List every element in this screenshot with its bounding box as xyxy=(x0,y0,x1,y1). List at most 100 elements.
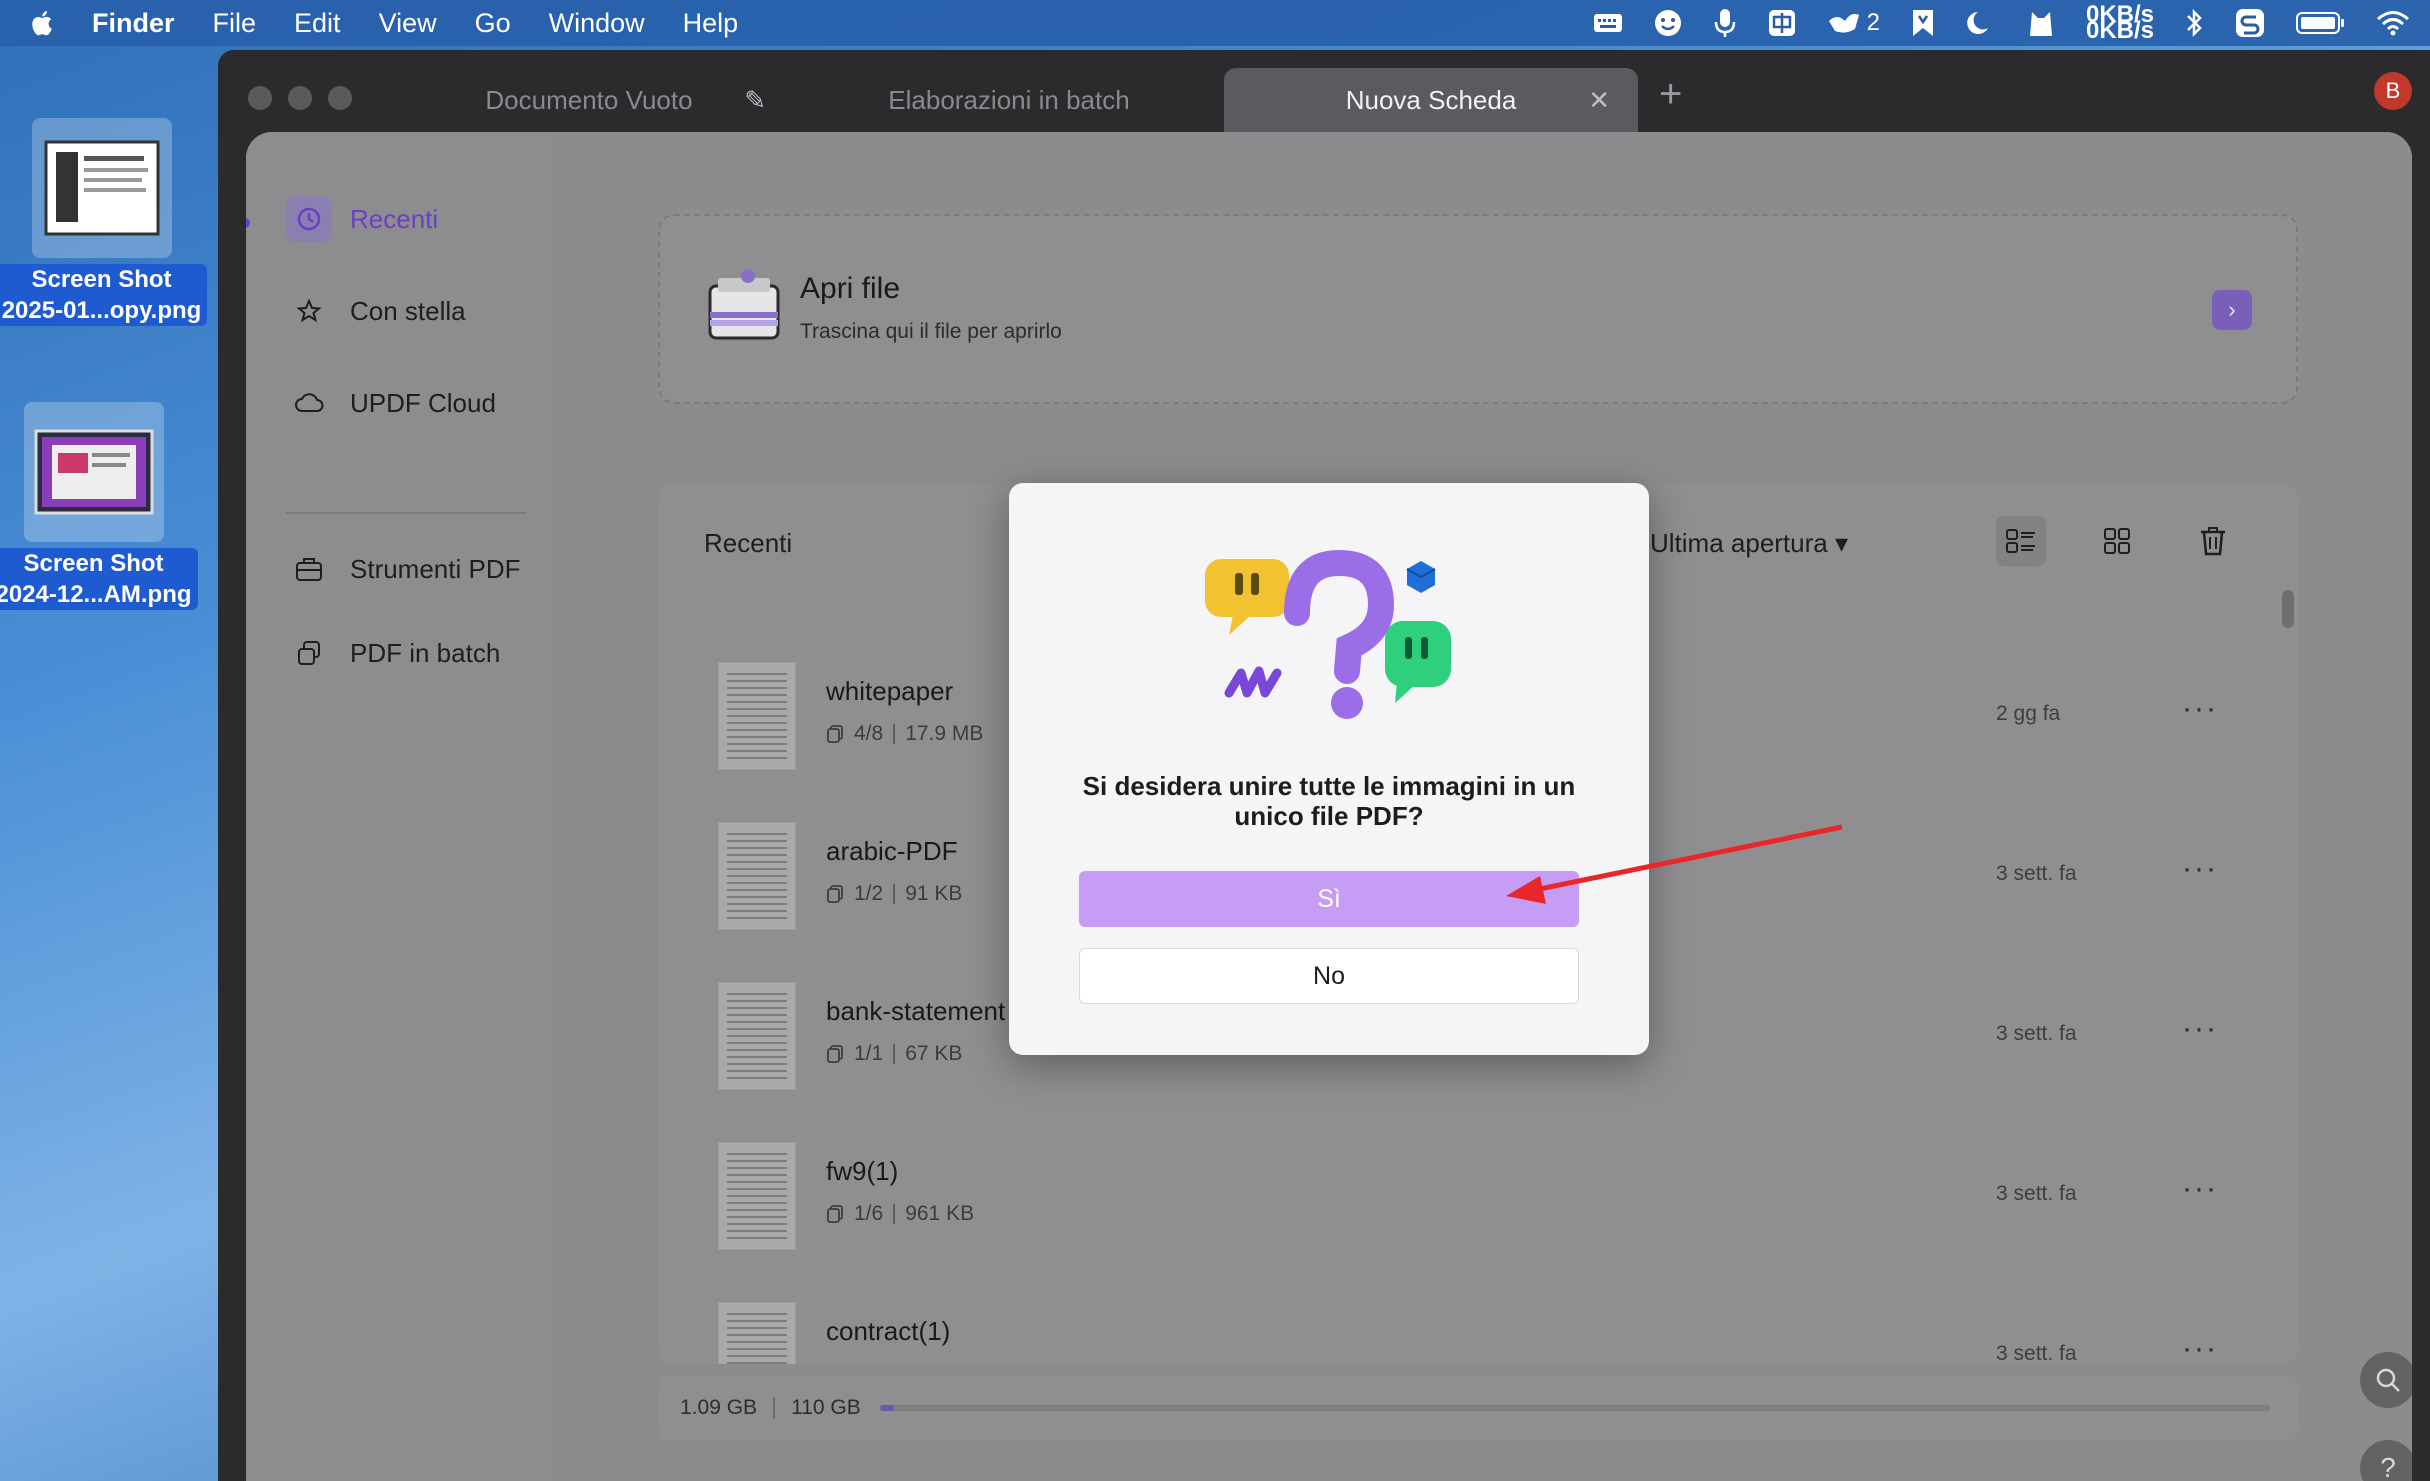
menu-finder[interactable]: Finder xyxy=(92,8,175,39)
face-icon[interactable] xyxy=(1653,0,1683,46)
desktop-file-name-line2: 2024-12...AM.png xyxy=(0,581,192,608)
more-options-button[interactable]: ··· xyxy=(2182,1332,2218,1364)
sidebar-divider xyxy=(286,512,526,514)
grid-view-button[interactable] xyxy=(2092,516,2142,566)
file-opened-time: 3 sett. fa xyxy=(1996,1022,2077,1045)
file-pages: 4/8 xyxy=(854,722,884,745)
file-opened-time: 2 gg fa xyxy=(1996,702,2061,725)
sort-dropdown[interactable]: Ultima apertura ▾ xyxy=(1650,528,1848,559)
desktop-file-label: Screen Shot 2024-12...AM.png xyxy=(0,548,198,610)
network-speed: 0KB/s 0KB/s xyxy=(2086,0,2154,46)
file-meta: 1/2 91 KB xyxy=(826,882,962,906)
tab-label: Nuova Scheda xyxy=(1345,84,1517,115)
file-row[interactable]: contract(1) 3 sett. fa ··· xyxy=(718,1302,2258,1364)
tab-label: Elaborazioni in batch xyxy=(888,84,1130,115)
pages-icon xyxy=(827,1205,843,1223)
file-size: 67 KB xyxy=(905,1042,963,1065)
bluetooth-icon[interactable] xyxy=(2184,0,2204,46)
sidebar-item-pdf-in-batch[interactable]: PDF in batch xyxy=(286,630,500,676)
no-button[interactable]: No xyxy=(1079,948,1579,1004)
meta-divider xyxy=(893,1204,896,1224)
file-row[interactable]: fw9(1) 1/6 961 KB 3 sett. fa ··· xyxy=(718,1142,2258,1272)
storage-divider xyxy=(773,1397,776,1419)
bookmark-icon[interactable] xyxy=(1910,0,1936,46)
desktop-file-name-line1: Screen Shot xyxy=(31,266,172,293)
battery-icon[interactable] xyxy=(2296,0,2346,46)
sidebar-item-recenti[interactable]: Recenti xyxy=(286,196,438,242)
menu-view[interactable]: View xyxy=(379,8,437,39)
file-pages: 1/6 xyxy=(854,1202,884,1225)
question-illustration xyxy=(1205,549,1451,719)
window-zoom-button[interactable] xyxy=(328,86,352,110)
file-name: fw9(1) xyxy=(826,1156,899,1186)
menu-help[interactable]: Help xyxy=(683,8,739,39)
keyboard-icon[interactable] xyxy=(1593,0,1623,46)
more-options-button[interactable]: ··· xyxy=(2182,692,2218,726)
sidebar-item-label: PDF in batch xyxy=(350,637,501,668)
file-opened-time: 3 sett. fa xyxy=(1996,862,2077,885)
file-name: arabic-PDF xyxy=(826,836,958,866)
sidebar-item-label: UPDF Cloud xyxy=(350,387,496,418)
file-meta: 1/1 67 KB xyxy=(826,1042,962,1066)
file-thumbnail xyxy=(718,662,796,770)
tab-bar: Documento Vuoto ✎ Elaborazioni in batch … xyxy=(218,50,2430,132)
apple-icon[interactable] xyxy=(28,8,58,38)
sidebar: Recenti Con stella UPDF Cloud Strumenti xyxy=(246,132,548,1481)
trash-button[interactable] xyxy=(2188,516,2238,566)
tab-documento-vuoto[interactable]: Documento Vuoto ✎ xyxy=(384,68,794,132)
window-close-button[interactable] xyxy=(248,86,272,110)
sidebar-item-label: Con stella xyxy=(350,295,466,326)
add-tab-button[interactable]: + xyxy=(1659,72,1682,117)
meta-divider xyxy=(893,1044,896,1064)
moon-icon[interactable] xyxy=(1966,0,1996,46)
list-view-button[interactable] xyxy=(1996,516,2046,566)
clock-icon xyxy=(286,196,332,242)
sidebar-item-con-stella[interactable]: Con stella xyxy=(286,288,466,334)
close-icon[interactable]: ✕ xyxy=(1588,85,1610,116)
more-options-button[interactable]: ··· xyxy=(2182,852,2218,886)
menu-file[interactable]: File xyxy=(213,8,257,39)
menu-edit[interactable]: Edit xyxy=(294,8,341,39)
sidebar-item-updf-cloud[interactable]: UPDF Cloud xyxy=(286,380,496,426)
help-fab-button[interactable]: ? xyxy=(2360,1440,2412,1481)
open-file-dropzone[interactable]: Apri file Trascina qui il file per aprir… xyxy=(658,214,2298,404)
storage-total: 110 GB xyxy=(791,1396,861,1419)
tab-nuova-scheda[interactable]: Nuova Scheda ✕ xyxy=(1224,68,1638,132)
tab-elaborazioni-in-batch[interactable]: Elaborazioni in batch xyxy=(804,68,1214,132)
file-meta: 4/8 17.9 MB xyxy=(826,722,983,746)
file-thumbnail xyxy=(718,1302,796,1364)
pages-icon xyxy=(827,885,843,903)
file-size: 91 KB xyxy=(905,882,963,905)
input-method-icon[interactable] xyxy=(1767,0,1797,46)
wifi-icon[interactable] xyxy=(2376,0,2410,46)
avatar[interactable]: B xyxy=(2374,72,2412,110)
more-options-button[interactable]: ··· xyxy=(2182,1172,2218,1206)
sync-icon[interactable] xyxy=(2234,0,2266,46)
scrollbar[interactable] xyxy=(2280,580,2294,1350)
more-options-button[interactable]: ··· xyxy=(2182,1012,2218,1046)
desktop-file-screenshot-1[interactable]: Screen Shot 2025-01...opy.png xyxy=(0,118,209,326)
desktop-file-name-line1: Screen Shot xyxy=(23,550,164,577)
sidebar-item-strumenti-pdf[interactable]: Strumenti PDF xyxy=(286,546,521,592)
sidebar-item-label: Strumenti PDF xyxy=(350,553,521,584)
search-icon xyxy=(2376,1368,2400,1392)
menu-go[interactable]: Go xyxy=(475,8,511,39)
file-thumbnail xyxy=(718,982,796,1090)
yes-button[interactable]: Sì xyxy=(1079,871,1579,927)
desktop-file-screenshot-2[interactable]: Screen Shot 2024-12...AM.png xyxy=(0,402,201,610)
search-fab-button[interactable] xyxy=(2360,1352,2412,1408)
menu-window[interactable]: Window xyxy=(549,8,645,39)
cat-icon[interactable] xyxy=(2026,0,2056,46)
file-pages: 1/1 xyxy=(854,1042,884,1065)
file-thumbnail xyxy=(31,118,172,258)
pencil-icon[interactable]: ✎ xyxy=(744,85,766,116)
open-file-chevron-button[interactable]: › xyxy=(2212,290,2252,330)
toolbox-icon xyxy=(286,546,332,592)
window-minimize-button[interactable] xyxy=(288,86,312,110)
microphone-icon[interactable] xyxy=(1713,0,1737,46)
storage-progress xyxy=(880,1405,2270,1411)
scrollbar-thumb[interactable] xyxy=(2282,590,2294,628)
ink-icon[interactable]: 2 xyxy=(1827,0,1880,46)
file-thumbnail xyxy=(718,822,796,930)
tab-label: Documento Vuoto xyxy=(485,84,693,115)
